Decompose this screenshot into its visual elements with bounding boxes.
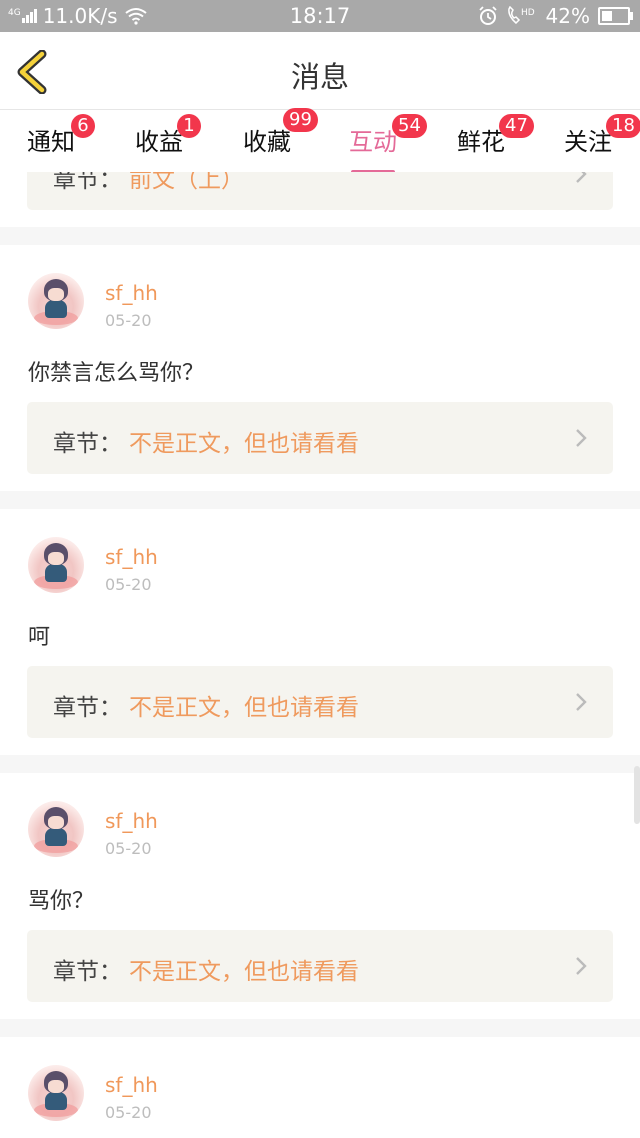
chapter-link[interactable]: 章节： 前文（上） [27, 172, 613, 210]
avatar[interactable] [28, 1065, 84, 1121]
comment-text: 骂你？ [28, 889, 95, 914]
comment-text: 呵 [28, 625, 51, 650]
comment-text: 你禁言怎么骂你？ [28, 361, 205, 386]
tab-flowers[interactable]: 鲜花 47 [441, 114, 534, 172]
message-card: sf_hh 05-20 [0, 1037, 640, 1138]
tab-interactions[interactable]: 互动 54 [333, 114, 427, 174]
chapter-label: 章节： [53, 695, 122, 721]
username[interactable]: sf_hh [105, 1073, 158, 1097]
chevron-right-icon [576, 957, 587, 975]
status-right: HD 42% [478, 4, 633, 28]
message-card: sf_hh 05-20 你禁言怎么骂你？ 章节： 不是正文，但也请看看 [0, 245, 640, 491]
avatar[interactable] [28, 537, 84, 593]
chapter-label: 章节： [53, 431, 122, 457]
tab-label: 收益 [135, 128, 183, 156]
timestamp: 05-20 [105, 1103, 152, 1122]
chevron-right-icon [576, 693, 587, 711]
tab-earnings[interactable]: 收益 1 [119, 114, 201, 172]
badge: 18 [606, 114, 640, 138]
tab-bar: 通知 6 收益 1 收藏 99 互动 54 鲜花 47 关注 18 [0, 108, 640, 174]
message-list[interactable]: 章节： 前文（上） sf_hh 05-20 你禁言怎么骂你？ 章节： 不是正文，… [0, 172, 640, 1138]
timestamp: 05-20 [105, 575, 152, 594]
tab-label: 鲜花 [457, 128, 505, 156]
svg-text:HD: HD [521, 8, 535, 18]
badge: 99 [283, 108, 318, 132]
badge: 6 [71, 114, 95, 138]
chapter-name: 不是正文，但也请看看 [129, 431, 359, 457]
chapter-link[interactable]: 章节： 不是正文，但也请看看 [27, 666, 613, 738]
hd-call-icon: HD [507, 6, 535, 25]
tab-follows[interactable]: 关注 18 [548, 114, 640, 172]
message-card: 章节： 前文（上） [0, 172, 640, 227]
avatar[interactable] [28, 801, 84, 857]
chapter-label: 章节： [53, 172, 122, 193]
header: 消息 [0, 32, 640, 110]
status-bar: 4G 11.0K/s 18:17 HD 42% [0, 0, 640, 32]
chapter-name: 不是正文，但也请看看 [129, 695, 359, 721]
timestamp: 05-20 [105, 311, 152, 330]
chapter-name: 前文（上） [129, 172, 244, 193]
chevron-right-icon [576, 429, 587, 447]
tab-favorites[interactable]: 收藏 99 [227, 108, 318, 172]
timestamp: 05-20 [105, 839, 152, 858]
chevron-right-icon [576, 172, 587, 183]
tab-label: 关注 [564, 128, 612, 156]
tab-label: 通知 [27, 128, 75, 156]
badge: 54 [392, 114, 427, 138]
username[interactable]: sf_hh [105, 545, 158, 569]
avatar[interactable] [28, 273, 84, 329]
battery-level [602, 11, 612, 21]
tab-label: 收藏 [243, 128, 291, 156]
battery-icon [598, 7, 633, 25]
username[interactable]: sf_hh [105, 809, 158, 833]
message-card: sf_hh 05-20 骂你？ 章节： 不是正文，但也请看看 [0, 773, 640, 1019]
page-title: 消息 [290, 60, 349, 94]
badge: 1 [177, 114, 201, 138]
tab-notifications[interactable]: 通知 6 [11, 114, 95, 172]
alarm-icon [478, 6, 497, 25]
username[interactable]: sf_hh [105, 281, 158, 305]
chapter-link[interactable]: 章节： 不是正文，但也请看看 [27, 402, 613, 474]
chapter-label: 章节： [53, 959, 122, 985]
chapter-link[interactable]: 章节： 不是正文，但也请看看 [27, 930, 613, 1002]
tab-label: 互动 [349, 128, 397, 156]
scrollbar[interactable] [634, 766, 640, 824]
badge: 47 [499, 114, 534, 138]
message-card: sf_hh 05-20 呵 章节： 不是正文，但也请看看 [0, 509, 640, 755]
battery-percent: 42% [545, 4, 590, 28]
chapter-name: 不是正文，但也请看看 [129, 959, 359, 985]
